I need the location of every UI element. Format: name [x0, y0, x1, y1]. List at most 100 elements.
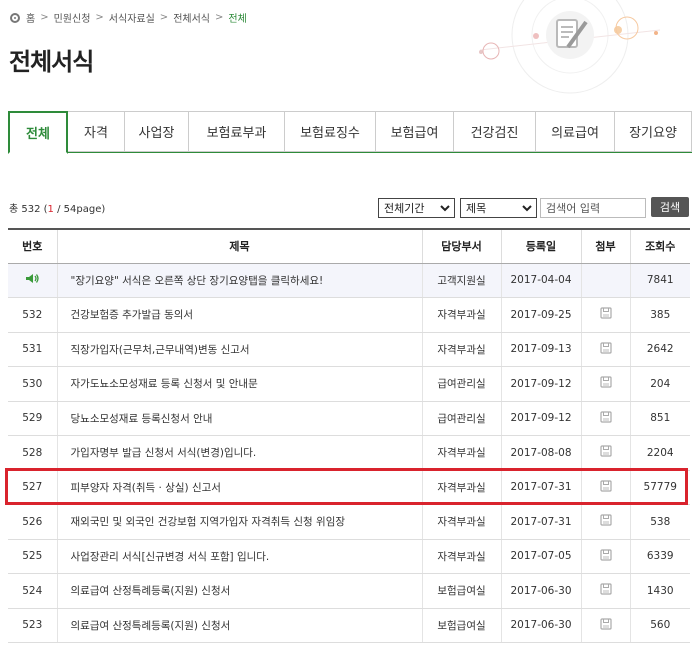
- row-attachment: [580, 263, 630, 298]
- table-row[interactable]: 524 의료급여 산정특례등록(지원) 신청서 보험급여실 2017-06-30 143…: [8, 573, 690, 609]
- row-number: 526: [8, 504, 57, 540]
- row-views: 1430: [629, 573, 690, 609]
- file-icon[interactable]: [599, 307, 612, 322]
- row-number: 531: [8, 332, 57, 367]
- search-button[interactable]: 검색: [651, 197, 689, 217]
- breadcrumb-separator: >: [159, 12, 169, 23]
- table-row[interactable]: 531 직장가입자(근무처,근무내역)변동 신고서 자격부과실 2017-09-13 2…: [8, 332, 690, 367]
- category-tabs: 전체 자격 사업장 보험료부과 보험료징수 보험급여 건강검진 의료급여 장기요…: [8, 111, 692, 154]
- row-title-link[interactable]: 의료급여 산정특례등록(지원) 신청서: [56, 608, 422, 643]
- table-row[interactable]: 528 가입자명부 발급 신청서 서식(변경)입니다. 자격부과실 2017-08-0…: [8, 435, 690, 471]
- table-row[interactable]: 523 의료급여 산정특례등록(지원) 신청서 보험급여실 2017-06-30 560: [8, 608, 690, 643]
- speaker-icon: [25, 274, 39, 287]
- row-number: 529: [8, 401, 57, 436]
- table-row[interactable]: 526 재외국민 및 외국인 건강보험 지역가입자 자격취득 신청 위임장 자격부과…: [8, 504, 690, 540]
- row-department: 고객지원실: [421, 263, 501, 298]
- breadcrumb-current: 전체: [228, 14, 247, 25]
- table-row[interactable]: 527 피부양자 자격(취득 · 상실) 신고서 자격부과실 2017-07-31 57…: [8, 470, 690, 505]
- row-number: 525: [8, 539, 57, 574]
- row-department: 급여관리실: [421, 366, 501, 402]
- tab-medical-aid[interactable]: 의료급여: [536, 111, 615, 152]
- row-title-link[interactable]: 건강보험증 추가발급 동의서: [56, 297, 422, 333]
- row-number: 524: [8, 573, 57, 609]
- row-views: 538: [629, 504, 690, 540]
- row-views: 385: [629, 297, 690, 333]
- row-attachment: [580, 297, 630, 333]
- total-suffix: / 54page): [53, 204, 106, 215]
- breadcrumb-all-forms[interactable]: 전체서식: [173, 10, 210, 25]
- column-header-date: 등록일: [500, 228, 581, 264]
- period-select[interactable]: 전체기간: [378, 198, 455, 218]
- table-row[interactable]: 529 당뇨소모성재료 등록신청서 안내 급여관리실 2017-09-12 851: [8, 401, 690, 436]
- file-icon[interactable]: [599, 445, 612, 460]
- row-title-link[interactable]: 의료급여 산정특례등록(지원) 신청서: [56, 573, 422, 609]
- row-title-link[interactable]: "장기요양" 서식은 오른쪽 상단 장기요양탭을 클릭하세요!: [56, 263, 422, 298]
- table-row[interactable]: 532 건강보험증 추가발급 동의서 자격부과실 2017-09-25 385: [8, 297, 690, 333]
- tab-all[interactable]: 전체: [8, 111, 68, 154]
- tab-insurance-benefits[interactable]: 보험급여: [376, 111, 454, 152]
- file-icon[interactable]: [599, 342, 612, 357]
- row-department: 자격부과실: [421, 470, 501, 505]
- row-department: 보험급여실: [421, 608, 501, 643]
- file-icon[interactable]: [599, 514, 612, 529]
- tab-workplace[interactable]: 사업장: [125, 111, 189, 152]
- row-title-link[interactable]: 피부양자 자격(취득 · 상실) 신고서: [56, 470, 422, 505]
- file-icon[interactable]: [599, 411, 612, 426]
- tab-long-term-care[interactable]: 장기요양: [615, 111, 692, 152]
- row-attachment: [580, 539, 630, 574]
- breadcrumb-forms[interactable]: 서식자료실: [109, 10, 155, 25]
- file-icon[interactable]: [599, 618, 612, 633]
- breadcrumb-home[interactable]: 홈: [26, 10, 35, 25]
- page-title: 전체서식: [9, 48, 94, 76]
- breadcrumb-separator: >: [215, 12, 224, 23]
- forms-table: 번호 제목 담당부서 등록일 첨부 조회수 "장기요양" 서식은 오른쪽 상단 …: [8, 228, 690, 643]
- row-date: 2017-09-12: [500, 366, 581, 402]
- row-number: 530: [8, 366, 57, 402]
- search-input[interactable]: 검색어 입력: [540, 198, 646, 218]
- row-date: 2017-06-30: [500, 573, 581, 609]
- column-header-title: 제목: [56, 228, 422, 264]
- file-icon[interactable]: [599, 583, 612, 598]
- tab-health-checkup[interactable]: 건강검진: [454, 111, 536, 152]
- table-header-row: 번호 제목 담당부서 등록일 첨부 조회수: [8, 228, 690, 264]
- period-select-value: 전체기간: [384, 202, 425, 215]
- row-number: 527: [8, 470, 57, 505]
- table-row[interactable]: 525 사업장관리 서식[신규변경 서식 포함] 입니다. 자격부과실 2017-07…: [8, 539, 690, 574]
- chevron-down-icon: [522, 205, 532, 212]
- row-department: 자격부과실: [421, 539, 501, 574]
- row-attachment: [580, 366, 630, 402]
- row-attachment: [580, 470, 630, 505]
- tab-qualification[interactable]: 자격: [68, 111, 125, 152]
- row-attachment: [580, 504, 630, 540]
- row-date: 2017-04-04: [500, 263, 581, 298]
- file-icon[interactable]: [599, 480, 612, 495]
- notice-cell: [8, 263, 57, 298]
- row-department: 자격부과실: [421, 504, 501, 540]
- file-icon[interactable]: [599, 376, 612, 391]
- row-number: 523: [8, 608, 57, 643]
- row-title-link[interactable]: 자가도뇨소모성재료 등록 신청서 및 안내문: [56, 366, 422, 402]
- file-icon[interactable]: [599, 549, 612, 564]
- breadcrumb-civil[interactable]: 민원신청: [54, 10, 91, 25]
- table-row[interactable]: 530 자가도뇨소모성재료 등록 신청서 및 안내문 급여관리실 2017-09-12…: [8, 366, 690, 402]
- row-title-link[interactable]: 당뇨소모성재료 등록신청서 안내: [56, 401, 422, 436]
- tab-premium-collection[interactable]: 보험료징수: [285, 111, 376, 152]
- notice-row[interactable]: "장기요양" 서식은 오른쪽 상단 장기요양탭을 클릭하세요! 고객지원실 2017…: [8, 263, 690, 298]
- row-date: 2017-08-08: [500, 435, 581, 471]
- row-views: 57779: [629, 470, 690, 505]
- home-icon[interactable]: [10, 12, 20, 23]
- row-attachment: [580, 401, 630, 436]
- column-header-views: 조회수: [629, 228, 690, 264]
- search-field-select[interactable]: 제목: [460, 198, 537, 218]
- row-date: 2017-09-12: [500, 401, 581, 436]
- row-title-link[interactable]: 재외국민 및 외국인 건강보험 지역가입자 자격취득 신청 위임장: [56, 504, 422, 540]
- tab-premium-levy[interactable]: 보험료부과: [189, 111, 285, 152]
- row-department: 자격부과실: [421, 297, 501, 333]
- row-views: 2204: [629, 435, 690, 471]
- row-date: 2017-09-13: [500, 332, 581, 367]
- column-header-attachment: 첨부: [580, 228, 630, 264]
- row-title-link[interactable]: 가입자명부 발급 신청서 서식(변경)입니다.: [56, 435, 422, 471]
- row-title-link[interactable]: 직장가입자(근무처,근무내역)변동 신고서: [56, 332, 422, 367]
- row-date: 2017-07-31: [500, 504, 581, 540]
- row-title-link[interactable]: 사업장관리 서식[신규변경 서식 포함] 입니다.: [56, 539, 422, 574]
